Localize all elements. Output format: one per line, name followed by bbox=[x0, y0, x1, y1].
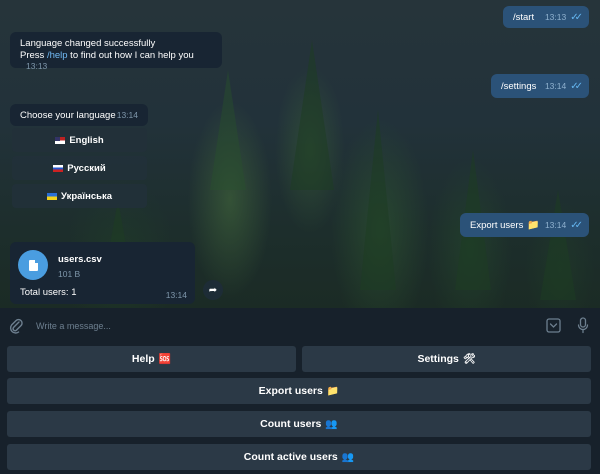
message-text: Language changed successfully bbox=[20, 38, 156, 49]
chat-area: /start 13:13 ✓✓ Language changed successf… bbox=[0, 0, 600, 308]
message-time: 13:14 bbox=[116, 110, 138, 120]
button-label: Settings bbox=[417, 353, 459, 365]
message-input[interactable] bbox=[34, 317, 518, 335]
message-composer bbox=[0, 308, 600, 344]
count-active-users-button[interactable]: Count active users 👥 bbox=[7, 444, 591, 470]
message-time: 13:14 bbox=[544, 80, 567, 91]
bot-keyboard-icon[interactable] bbox=[546, 318, 561, 333]
button-label: Help bbox=[131, 353, 155, 365]
forward-icon[interactable]: ➦ bbox=[203, 280, 223, 300]
export-users-button[interactable]: Export users 📁 bbox=[7, 378, 591, 404]
message-text: Press bbox=[20, 50, 47, 61]
background-tree bbox=[540, 190, 576, 300]
message-text: Choose your language bbox=[20, 109, 116, 121]
background-tree bbox=[210, 70, 246, 190]
message-time: 13:13 bbox=[544, 11, 567, 22]
ua-flag-icon bbox=[47, 192, 58, 200]
read-checks-icon: ✓✓ bbox=[570, 80, 583, 92]
reply-keyboard: Help 🆘 Settings 🛠 Export users 📁 Count user… bbox=[0, 343, 600, 474]
users-icon: 👥 bbox=[325, 418, 338, 430]
microphone-icon[interactable] bbox=[577, 317, 589, 334]
button-label: Count active users bbox=[243, 451, 338, 463]
read-checks-icon: ✓✓ bbox=[570, 219, 583, 231]
message-start[interactable]: /start 13:13 ✓✓ bbox=[503, 6, 589, 28]
message-choose-language[interactable]: Choose your language 13:14 bbox=[10, 104, 148, 126]
language-button-english[interactable]: English bbox=[12, 128, 147, 152]
settings-button[interactable]: Settings 🛠 bbox=[302, 346, 591, 372]
message-time: 13:14 bbox=[544, 219, 567, 230]
file-download-icon[interactable] bbox=[18, 250, 48, 280]
message-text: /start bbox=[513, 11, 535, 23]
file-caption: Total users: 1 bbox=[20, 287, 77, 298]
message-text: to find out how I can help you bbox=[67, 50, 194, 61]
message-time: 13:14 bbox=[165, 290, 187, 300]
button-label: Count users bbox=[260, 418, 322, 430]
file-name[interactable]: users.csv bbox=[58, 254, 102, 265]
language-label: English bbox=[69, 134, 104, 146]
tools-icon: 🛠 bbox=[462, 353, 476, 365]
background-tree bbox=[290, 40, 334, 190]
count-users-button[interactable]: Count users 👥 bbox=[7, 411, 591, 437]
message-export-users[interactable]: Export users 📁 13:14 ✓✓ bbox=[460, 213, 589, 237]
background-tree bbox=[360, 110, 396, 290]
help-button[interactable]: Help 🆘 bbox=[7, 346, 296, 372]
button-label: Export users bbox=[258, 385, 323, 397]
users-icon: 👥 bbox=[341, 451, 355, 463]
language-label: Українська bbox=[61, 190, 112, 202]
message-file[interactable]: users.csv 101 B Total users: 1 13:14 bbox=[10, 242, 195, 304]
help-command-link[interactable]: /help bbox=[47, 50, 68, 61]
sos-icon: 🆘 bbox=[158, 353, 172, 365]
message-text: Export users bbox=[470, 219, 524, 231]
folder-icon: 📁 bbox=[326, 385, 340, 397]
message-settings[interactable]: /settings 13:14 ✓✓ bbox=[491, 74, 589, 98]
message-time: 13:13 bbox=[26, 61, 48, 71]
attach-icon[interactable] bbox=[9, 318, 23, 334]
language-label: Русский bbox=[67, 162, 106, 174]
language-button-russian[interactable]: Русский bbox=[12, 156, 147, 180]
ru-flag-icon bbox=[53, 164, 64, 172]
message-text: /settings bbox=[501, 80, 537, 92]
file-size: 101 B bbox=[58, 269, 81, 279]
folder-icon: 📁 bbox=[527, 219, 540, 231]
message-language-changed[interactable]: Language changed successfully Press /hel… bbox=[10, 32, 222, 71]
us-flag-icon bbox=[55, 136, 66, 144]
language-button-ukrainian[interactable]: Українська bbox=[12, 184, 147, 208]
read-checks-icon: ✓✓ bbox=[570, 11, 583, 23]
